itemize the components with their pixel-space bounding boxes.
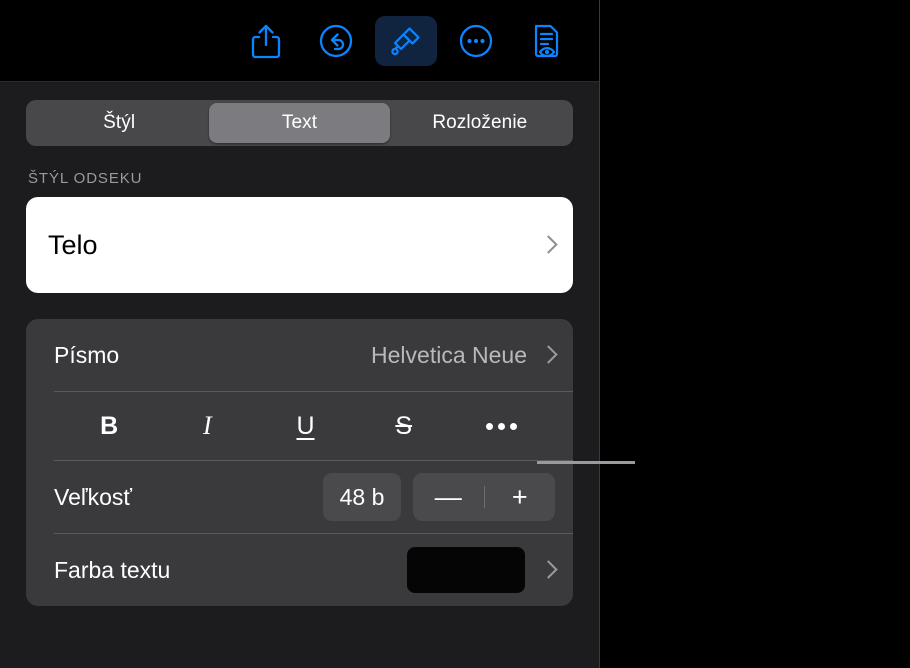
ellipsis-icon (486, 422, 518, 430)
inspector-tabs-container: Štýl Text Rozloženie (0, 82, 599, 146)
font-value: Helvetica Neue (371, 341, 527, 368)
font-size-input[interactable]: 48 b (323, 473, 401, 521)
tab-layout-label: Rozloženie (432, 112, 528, 133)
document-view-icon (527, 21, 565, 61)
font-size-label: Veľkosť (54, 483, 132, 510)
share-button[interactable] (235, 16, 297, 66)
tab-layout[interactable]: Rozloženie (390, 103, 570, 143)
font-row[interactable]: Písmo Helvetica Neue (26, 319, 573, 391)
paragraph-style-section-label: ŠTÝL ODSEKU (28, 170, 143, 187)
font-size-decrement-button[interactable]: — (413, 473, 484, 521)
more-options-button[interactable] (445, 16, 507, 66)
text-settings-group: Písmo Helvetica Neue B I U S Veľkosť 48 … (26, 319, 573, 606)
screen: Štýl Text Rozloženie ŠTÝL ODSEKU Telo Pí… (0, 0, 910, 668)
share-icon (249, 22, 283, 60)
text-color-label: Farba textu (54, 556, 171, 583)
font-size-row: Veľkosť 48 b — + (26, 461, 573, 533)
brush-icon (387, 22, 425, 60)
undo-icon (318, 23, 354, 59)
top-toolbar (0, 0, 599, 82)
font-size-stepper[interactable]: — + (413, 473, 555, 521)
paragraph-style-value: Telo (48, 229, 98, 260)
italic-button[interactable]: I (158, 404, 256, 448)
chevron-right-icon (541, 558, 555, 582)
text-color-swatch[interactable] (407, 547, 525, 593)
text-color-row[interactable]: Farba textu (26, 534, 573, 606)
more-format-options-button[interactable] (453, 404, 551, 448)
tab-style-label: Štýl (103, 112, 136, 133)
undo-button[interactable] (305, 16, 367, 66)
format-brush-button[interactable] (375, 15, 437, 66)
tab-text-label: Text (281, 112, 318, 133)
document-view-button[interactable] (515, 16, 577, 66)
more-icon (458, 23, 494, 59)
strikethrough-button[interactable]: S (355, 404, 453, 448)
text-format-row: B I U S (26, 392, 573, 460)
underline-button[interactable]: U (256, 404, 354, 448)
font-size-increment-button[interactable]: + (485, 473, 556, 521)
inspector-tabs[interactable]: Štýl Text Rozloženie (26, 100, 573, 146)
tab-text[interactable]: Text (209, 103, 390, 143)
bold-button[interactable]: B (60, 404, 158, 448)
format-inspector-panel: Štýl Text Rozloženie ŠTÝL ODSEKU Telo Pí… (0, 0, 600, 668)
chevron-right-icon (541, 343, 555, 367)
paragraph-style-row[interactable]: Telo (26, 197, 573, 293)
chevron-right-icon (541, 233, 555, 257)
callout-leader-line (537, 461, 635, 464)
font-label: Písmo (54, 341, 120, 368)
tab-style[interactable]: Štýl (29, 103, 209, 143)
